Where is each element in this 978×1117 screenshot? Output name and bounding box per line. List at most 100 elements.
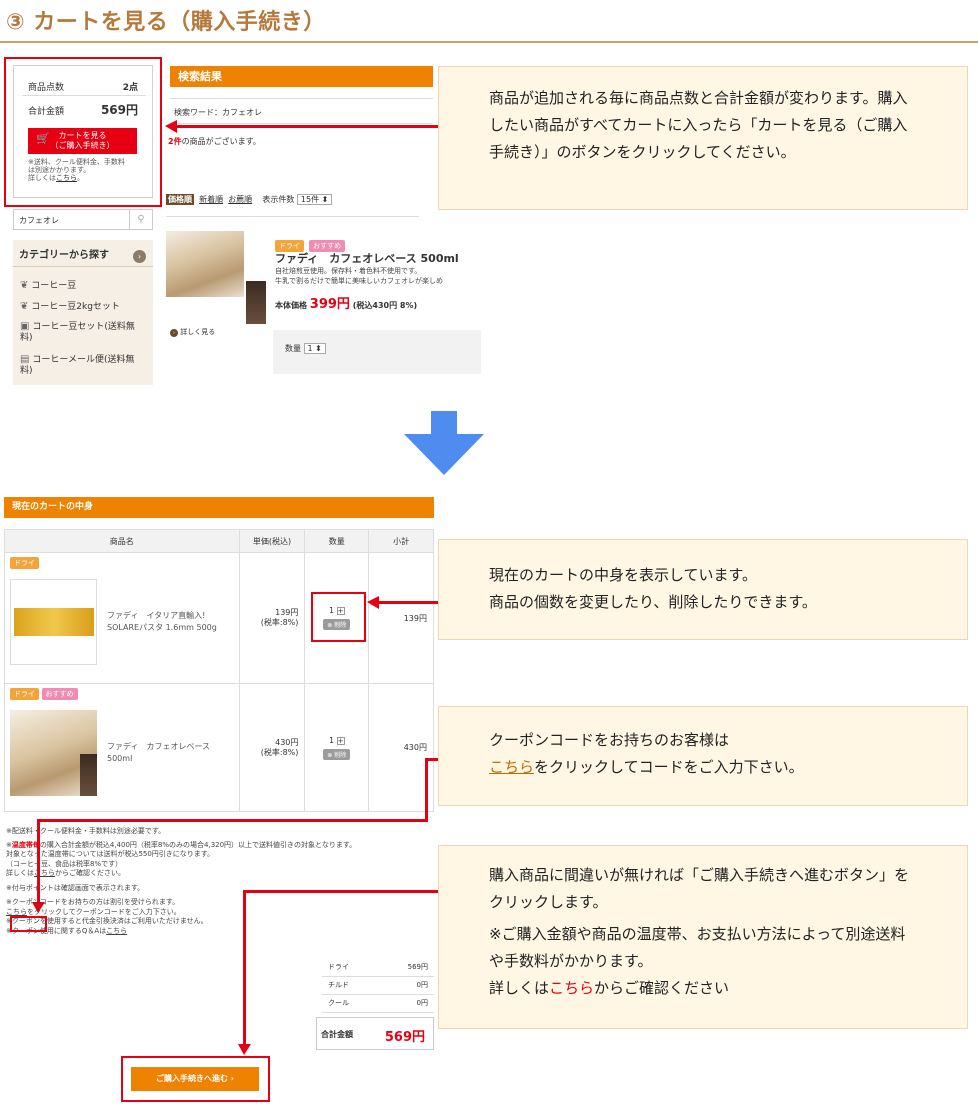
unit-price: 139円	[275, 608, 299, 617]
result-count-text: の商品がございます。	[181, 137, 261, 146]
arrow-head-icon	[165, 120, 177, 133]
callout-text: 詳しくはこちらからご確認ください	[489, 975, 917, 1002]
quantity-highlight	[311, 592, 366, 642]
items-count-value: 2点	[122, 83, 138, 93]
table-row: ドライ おすすめ ファディ カフェオレベース 500ml 430円 (税率:8%…	[4, 683, 434, 812]
note-line: ※クーポン使用に関するQ＆Aはこちら	[6, 927, 436, 937]
note-line: ※温度帯毎の購入合計金額が税込4,400円（税率8%のみの場合4,320円）以上…	[6, 841, 436, 851]
delete-button[interactable]: ⊗ 削除	[323, 748, 351, 760]
product-image[interactable]	[10, 579, 97, 665]
chevron-right-icon: ›	[170, 329, 178, 337]
sort-price[interactable]: 価格順	[166, 194, 194, 205]
callout-text: 現在のカートの中身を表示しています。	[489, 566, 758, 584]
down-arrow-head-icon	[404, 434, 484, 475]
note-text: 詳しくは	[28, 174, 56, 182]
cart-subtotal: 430円	[368, 683, 434, 812]
coupon-link[interactable]: こちら	[6, 908, 27, 916]
close-icon: ⊗	[327, 751, 333, 759]
unit-price: 430円	[275, 737, 299, 747]
cart-unit-price: 430円 (税率:8%)	[238, 683, 306, 812]
details-link[interactable]: › 詳しく見る	[170, 327, 215, 337]
fee-label: ドライ	[322, 958, 379, 977]
product-description: 自社焙煎豆使用。保存料・着色料不使用です。 牛乳で割るだけで簡単に美味しいカフェ…	[275, 266, 485, 286]
faq-link[interactable]: こちら	[106, 927, 127, 935]
cart-product-name[interactable]: SOLAREパスタ 1.6mm 500g	[107, 622, 217, 634]
arrow-head-icon	[367, 596, 379, 609]
down-arrow-icon	[431, 411, 457, 435]
view-cart-button[interactable]: 🛒 カートを見る （ご購入手続き）	[28, 128, 137, 154]
note-line: ※配送料・クール便料金・手数料は別途必要です。	[6, 827, 166, 835]
category-item-coffee-beans[interactable]: ❦ コーヒー豆	[20, 280, 76, 292]
chevron-right-icon[interactable]: ›	[133, 250, 146, 263]
details-link[interactable]: こちら	[549, 979, 594, 997]
cafe-au-lait-package-image	[80, 754, 97, 796]
tag-dry: ドライ	[10, 688, 39, 700]
note-text: 詳しくは	[6, 869, 34, 877]
quantity-select[interactable]: 1 ⬍	[303, 343, 326, 354]
callout-checkout: 購入商品に間違いが無ければ「ご購入手続きへ進むボタン」をクリックします。 ※ご購…	[438, 845, 968, 1029]
items-count-label: 商品点数	[28, 83, 65, 93]
product-name[interactable]: ファディ カフェオレベース 500ml	[275, 250, 459, 266]
cart-product-name[interactable]: ファディ カフェオレベース	[107, 741, 210, 753]
details-link-label: 詳しく見る	[180, 328, 216, 336]
cart-unit-price: 139円 (税率:8%)	[238, 552, 306, 684]
per-page-label: 表示件数	[262, 195, 295, 204]
cart-table: 商品名 単価(税込) 数量 小計 ドライ ファディ イタリア直輸入! SOLAR…	[4, 529, 434, 812]
category-heading[interactable]: カテゴリーから探す	[13, 245, 153, 267]
category-item-coffee-mail[interactable]: ▤ コーヒーメール便(送料無料)	[20, 354, 146, 377]
result-count: 2件の商品がございます。	[168, 136, 261, 147]
product-desc-line: 自社焙煎豆使用。保存料・着色料不使用です。	[275, 267, 422, 275]
callout-text: 商品の個数を変更したり、削除したりできます。	[489, 593, 817, 611]
grand-total-label: 合計金額	[321, 1030, 353, 1039]
callout-text-prefix: 詳しくは	[489, 979, 550, 997]
category-item-label: コーヒー豆セット(送料無料)	[20, 322, 135, 343]
fee-label: クール	[322, 994, 379, 1013]
table-row: クール 0円	[322, 994, 434, 1013]
checkout-button[interactable]: ご購入手続きへ進む ›	[131, 1067, 259, 1091]
arrow-line	[243, 890, 438, 893]
coffee-bean-icon: ❦	[20, 280, 29, 291]
note-text: をクリックしてクーポンコードをご入力下さい。	[27, 907, 181, 916]
callout-coupon: クーポンコードをお持ちのお客様は こちらをクリックしてコードをご入力下さい。	[438, 706, 968, 806]
quantity-input[interactable]: 1	[329, 736, 334, 745]
search-icon[interactable]: ⚲	[129, 210, 152, 229]
callout-text: クーポンコードをお持ちのお客様は	[489, 731, 730, 749]
cart-product-name[interactable]: ファディ イタリア直輸入!	[107, 610, 217, 622]
tax-rate: (税率:8%)	[260, 747, 299, 757]
coupon-link[interactable]: こちら	[489, 758, 534, 776]
price-tax: (税込430円 8%)	[352, 301, 418, 310]
per-page-select[interactable]: 15件 ⬍	[296, 194, 333, 205]
sort-recommended[interactable]: お薦順	[228, 195, 252, 204]
cart-product-name[interactable]: 500ml	[107, 753, 210, 765]
category-item-coffee-2kg[interactable]: ❦ コーヒー豆2kgセット	[20, 301, 120, 313]
product-package-image	[246, 281, 266, 324]
note-line: は別途かかります。	[28, 166, 91, 174]
details-link[interactable]: こちら	[56, 174, 77, 182]
product-image[interactable]	[166, 231, 244, 297]
sort-newest[interactable]: 新着順	[199, 195, 223, 204]
fee-value: 0円	[378, 994, 434, 1013]
arrow-line	[37, 819, 428, 822]
product-image[interactable]	[10, 710, 97, 796]
note-text: からご確認ください。	[55, 869, 125, 877]
gift-box-icon: ▣	[20, 321, 30, 332]
column-header: 単価(税込)	[238, 529, 306, 553]
cart-product-cell: ドライ ファディ イタリア直輸入! SOLAREパスタ 1.6mm 500g	[4, 552, 240, 684]
tax-rate: (税率:8%)	[260, 618, 299, 627]
cart-subtotal: 139円	[368, 552, 434, 684]
details-link[interactable]: こちら	[34, 869, 55, 877]
price-label: 本体価格	[275, 301, 307, 310]
callout-text: 購入商品に間違いが無ければ「ご購入手続きへ進むボタン」をクリックします。	[489, 866, 910, 911]
plus-button[interactable]: +	[336, 736, 345, 745]
total-amount-label: 合計金額	[28, 107, 65, 117]
arrow-line	[378, 601, 438, 604]
note-line: 詳しくはこちらからご確認ください。	[6, 869, 436, 879]
table-row: ドライ ファディ イタリア直輸入! SOLAREパスタ 1.6mm 500g 1…	[4, 552, 434, 684]
coffee-bean-icon: ❦	[20, 301, 29, 312]
table-header-row: 商品名 単価(税込) 数量 小計	[4, 529, 434, 553]
arrow-line	[425, 758, 428, 822]
grand-total: 合計金額 569円	[316, 1017, 434, 1050]
divider	[22, 95, 146, 96]
callout-text: ※ご購入金額や商品の温度帯、お支払い方法によって別途送料や手数料がかかります。	[489, 925, 906, 970]
category-item-coffee-set[interactable]: ▣ コーヒー豆セット(送料無料)	[20, 321, 146, 344]
